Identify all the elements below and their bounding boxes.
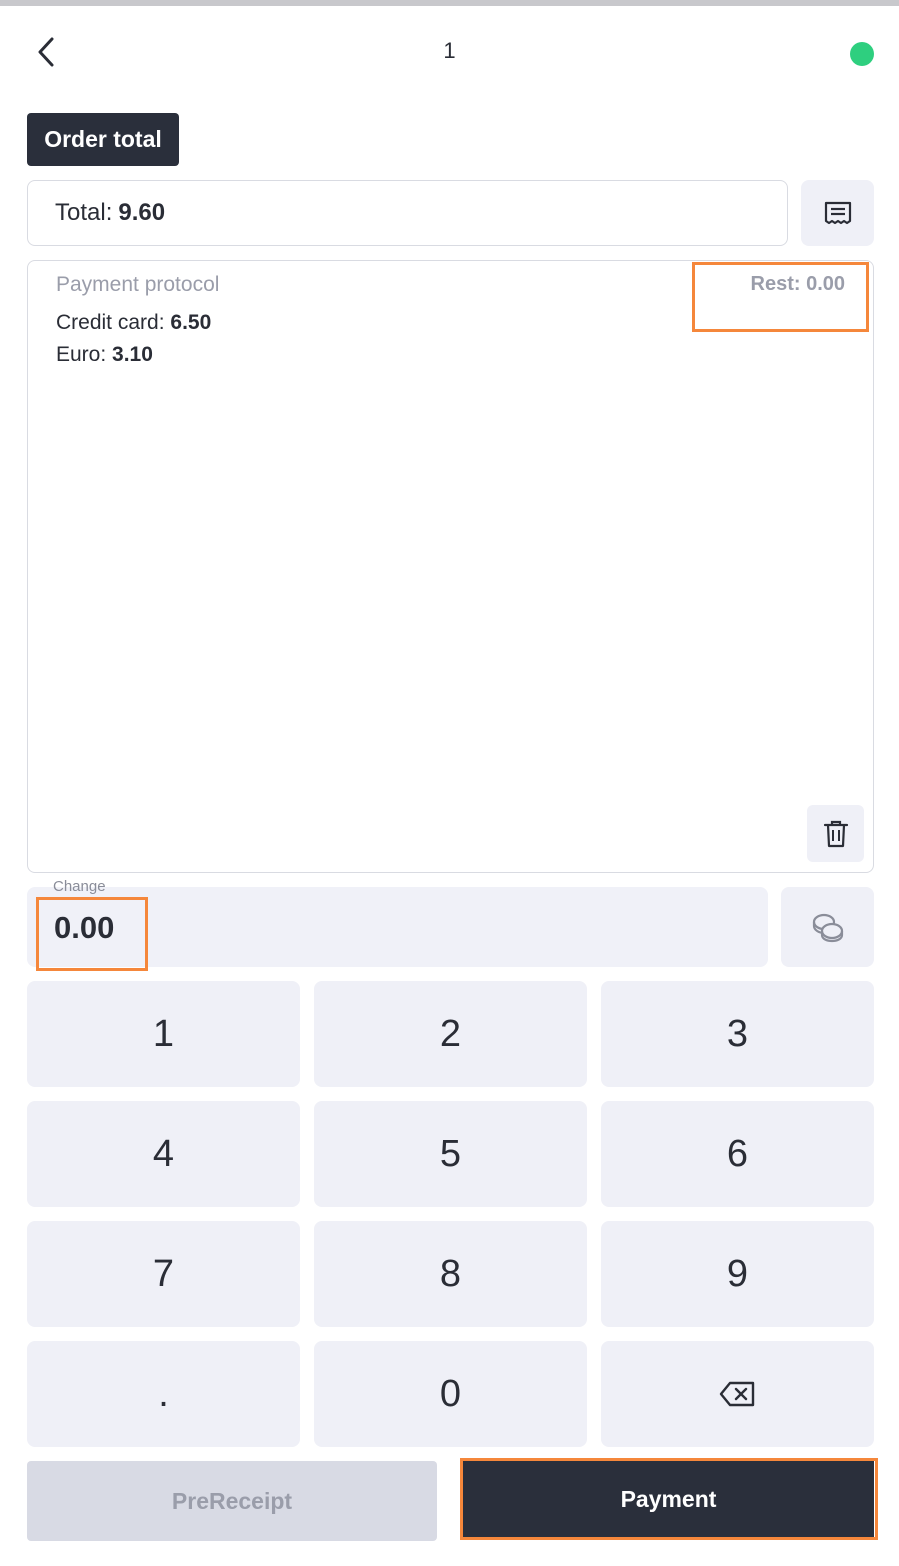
coins-button[interactable]: [781, 887, 874, 967]
order-total-chip: Order total: [27, 113, 179, 166]
trash-icon: [823, 820, 848, 847]
key-8[interactable]: 8: [314, 1221, 587, 1327]
clear-payments-button[interactable]: [807, 805, 864, 862]
header: 1: [0, 6, 899, 98]
payment-line-label: Euro:: [56, 343, 107, 366]
change-label: Change: [53, 878, 106, 895]
payment-line-amount: 3.10: [112, 343, 153, 366]
total-value: 9.60: [118, 199, 166, 226]
key-6[interactable]: 6: [601, 1101, 874, 1207]
key-3[interactable]: 3: [601, 981, 874, 1087]
payment-protocol-panel: Payment protocol Rest: 0.00 Credit card:…: [27, 260, 874, 873]
payment-protocol-title: Payment protocol: [56, 273, 220, 296]
payment-line-amount: 6.50: [170, 311, 212, 334]
key-1[interactable]: 1: [27, 981, 300, 1087]
change-highlight-box: [36, 897, 148, 971]
total-display: Total: 9.60: [27, 180, 788, 246]
key-5[interactable]: 5: [314, 1101, 587, 1207]
receipt-icon: [824, 201, 851, 225]
payment-button[interactable]: Payment: [463, 1461, 874, 1537]
key-2[interactable]: 2: [314, 981, 587, 1087]
key-decimal[interactable]: .: [27, 1341, 300, 1447]
backspace-icon: [719, 1381, 754, 1407]
connection-status-indicator: [850, 42, 874, 66]
coins-icon: [812, 913, 843, 943]
key-0[interactable]: 0: [314, 1341, 587, 1447]
key-backspace[interactable]: [601, 1341, 874, 1447]
receipt-button[interactable]: [801, 180, 874, 246]
total-label: Total:: [55, 199, 113, 226]
key-4[interactable]: 4: [27, 1101, 300, 1207]
rest-highlight-box: [692, 262, 869, 332]
payment-line-label: Credit card:: [56, 311, 165, 334]
page-title: 1: [443, 38, 456, 63]
key-9[interactable]: 9: [601, 1221, 874, 1327]
key-7[interactable]: 7: [27, 1221, 300, 1327]
payment-line: Credit card: 6.50: [56, 311, 211, 335]
prereceipt-button[interactable]: PreReceipt: [27, 1461, 437, 1541]
payment-line: Euro: 3.10: [56, 343, 153, 367]
